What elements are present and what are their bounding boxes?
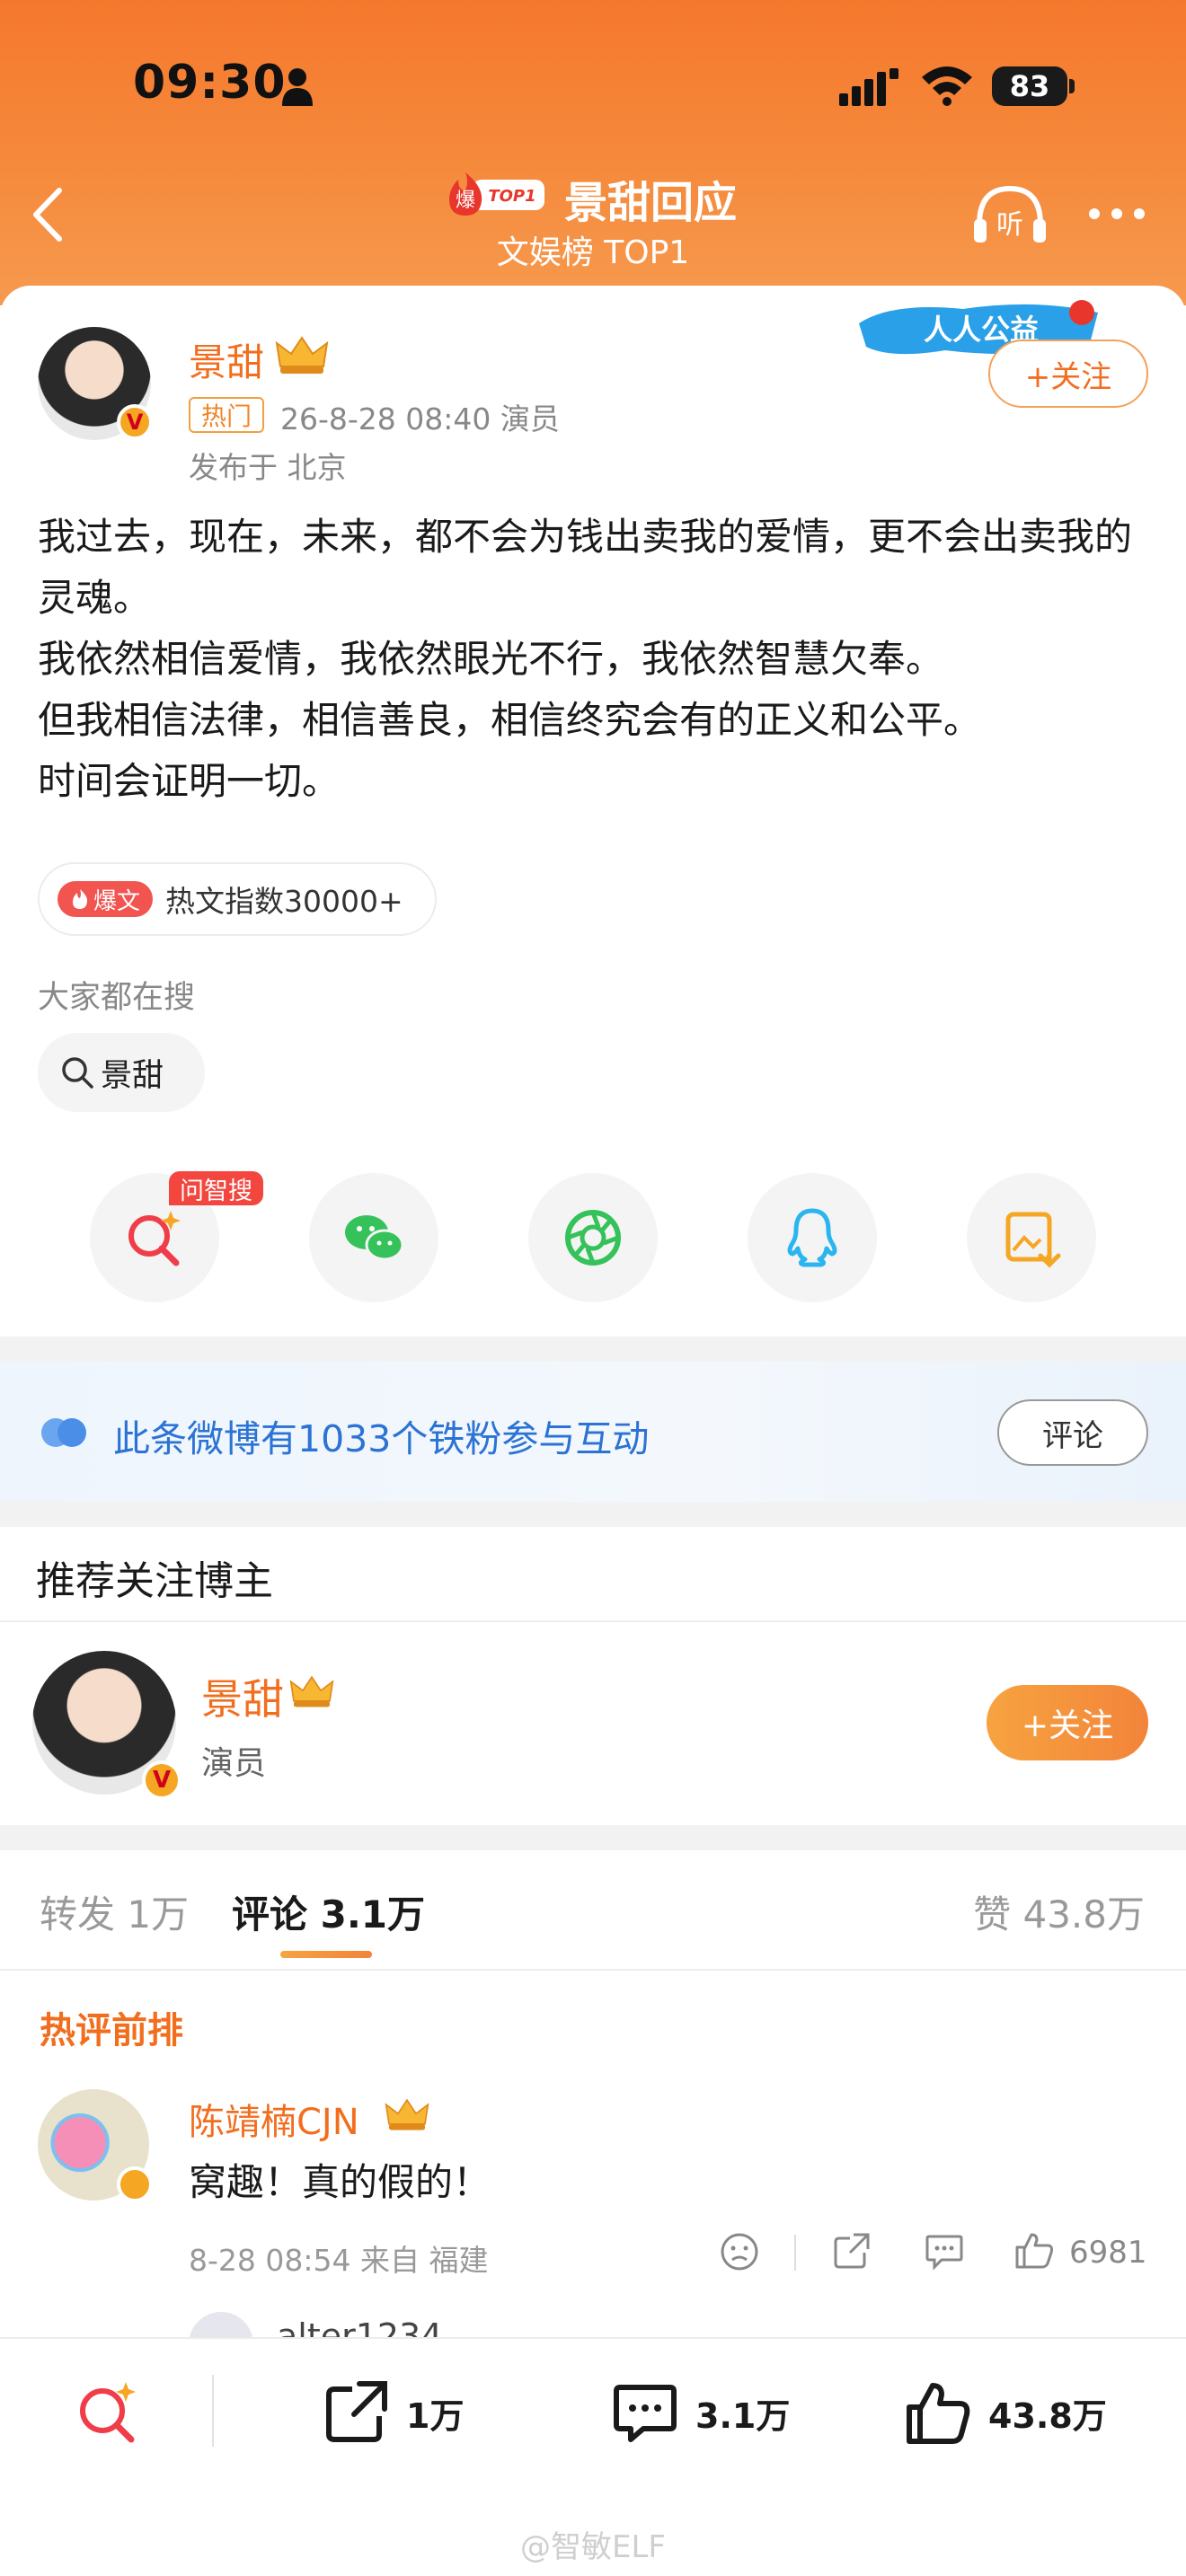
status-time: 09:30 <box>133 56 287 110</box>
search-icon <box>62 1057 93 1089</box>
search-chip[interactable]: 景甜 <box>38 1033 205 1112</box>
commenter-name[interactable]: 陈靖楠CJN <box>189 2093 359 2145</box>
active-tab-indicator <box>280 1951 372 1958</box>
repost-icon <box>326 2381 387 2442</box>
recommend-role: 演员 <box>201 1745 267 1782</box>
hot-index-pill[interactable]: 爆文 热文指数30000+ <box>38 862 437 936</box>
moments-icon <box>565 1210 621 1266</box>
battery-indicator: 83 <box>992 66 1067 106</box>
author-name[interactable]: 景甜 <box>189 332 264 387</box>
listen-headphones-icon[interactable]: 听 <box>972 183 1048 246</box>
repost-count: 1万 <box>406 2395 465 2436</box>
hot-article-badge-label: 爆文 <box>93 887 140 915</box>
post-line: 我依然相信爱情，我依然眼光不行，我依然智慧欠奉。 <box>38 637 944 681</box>
comment-count: 3.1万 <box>695 2395 791 2436</box>
recommend-follow-button[interactable]: +关注 <box>987 1685 1148 1760</box>
reaction-face-icon[interactable] <box>719 2231 760 2272</box>
section-divider <box>0 1502 1186 1527</box>
section-divider <box>0 1825 1186 1850</box>
recommend-verified-badge: V <box>142 1760 181 1800</box>
search-chip-label: 景甜 <box>101 1057 164 1094</box>
fans-badge-icon <box>41 1418 86 1447</box>
like-button[interactable]: 43.8万 <box>904 2377 1107 2448</box>
comment-icon[interactable] <box>924 2231 965 2271</box>
hot-article-badge: 爆文 <box>58 881 153 917</box>
fans-interaction-text: 此条微博有1033个铁粉参与互动 <box>113 1417 650 1460</box>
flame-icon <box>72 889 88 909</box>
post-content: 我过去，现在，未来，都不会为钱出卖我的爱情，更不会出卖我的灵魂。 我依然相信爱情… <box>38 507 1152 812</box>
divider <box>0 1969 1186 1971</box>
share-icon[interactable] <box>832 2231 872 2271</box>
post-meta: 26-8-28 08:40 演员 <box>280 401 560 437</box>
comment-icon <box>614 2385 677 2442</box>
person-icon <box>282 68 313 106</box>
comment-button[interactable]: 3.1万 <box>611 2377 790 2448</box>
repost-button[interactable]: 1万 <box>322 2377 464 2448</box>
ai-search-icon[interactable] <box>72 2375 144 2447</box>
tab-repost[interactable]: 转发 1万 <box>40 1884 189 1939</box>
post-line: 但我相信法律，相信善良，相信终究会有的正义和公平。 <box>38 698 982 742</box>
listen-label: 听 <box>996 209 1023 241</box>
hot-top1-badge: 爆 TOP1 <box>449 172 544 216</box>
post-line: 时间会证明一切。 <box>38 759 341 803</box>
trending-search-heading: 大家都在搜 <box>38 980 196 1016</box>
recommend-name[interactable]: 景甜 <box>201 1667 284 1726</box>
divider <box>0 1620 1186 1622</box>
crown-icon <box>385 2098 429 2130</box>
post-line: 我过去，现在，未来，都不会为钱出卖我的爱情，更不会出卖我的灵魂。 <box>38 515 1133 620</box>
divider <box>794 2235 796 2271</box>
recommend-title: 推荐关注博主 <box>36 1558 273 1604</box>
status-bar: 09:30 83 <box>0 0 1186 171</box>
hot-comments-title: 热评前排 <box>40 2010 183 2051</box>
follow-button[interactable]: +关注 <box>988 340 1148 408</box>
section-divider <box>0 1337 1186 1362</box>
share-qq-button[interactable] <box>748 1173 877 1302</box>
cellular-signal-icon <box>839 68 898 106</box>
page-title: 景甜回应 <box>564 178 738 228</box>
comment-text: 窝趣！真的假的！ <box>189 2160 491 2204</box>
wifi-icon <box>922 66 972 106</box>
more-options-icon[interactable] <box>1085 198 1148 230</box>
hot-badge-char: 爆 <box>456 190 475 212</box>
like-count: 43.8万 <box>988 2395 1107 2436</box>
comment-like-count: 6981 <box>1069 2235 1147 2271</box>
verified-badge: V <box>117 404 153 440</box>
tab-like[interactable]: 赞 43.8万 <box>973 1884 1145 1939</box>
battery-cap <box>1069 79 1075 93</box>
ai-search-icon <box>128 1211 181 1266</box>
crown-icon <box>289 1675 334 1707</box>
watermark: @智敏ELF <box>520 2529 666 2565</box>
hot-index-text: 热文指数30000+ <box>165 884 403 919</box>
crown-icon <box>275 336 329 374</box>
fans-comment-button[interactable]: 评论 <box>997 1399 1148 1466</box>
thumbs-up-icon <box>907 2383 970 2444</box>
qq-icon <box>787 1208 837 1267</box>
hot-tag: 热门 <box>189 397 264 433</box>
share-moments-button[interactable] <box>528 1173 658 1302</box>
thumbs-up-icon[interactable] <box>1013 2229 1055 2271</box>
comment-meta: 8-28 08:54 来自 福建 <box>189 2243 489 2278</box>
share-wechat-button[interactable] <box>309 1173 438 1302</box>
save-image-icon <box>1005 1212 1061 1268</box>
tab-comment[interactable]: 评论 3.1万 <box>232 1884 425 1939</box>
hot-badge-top: TOP1 <box>488 187 535 206</box>
post-location: 发布于 北京 <box>189 450 347 485</box>
save-image-button[interactable] <box>967 1173 1096 1302</box>
wechat-icon <box>345 1215 404 1261</box>
next-commenter-name: alter1234 <box>277 2316 443 2337</box>
ai-search-label: 问智搜 <box>169 1171 263 1205</box>
divider <box>212 2375 214 2447</box>
commenter-verified-badge <box>117 2166 153 2202</box>
